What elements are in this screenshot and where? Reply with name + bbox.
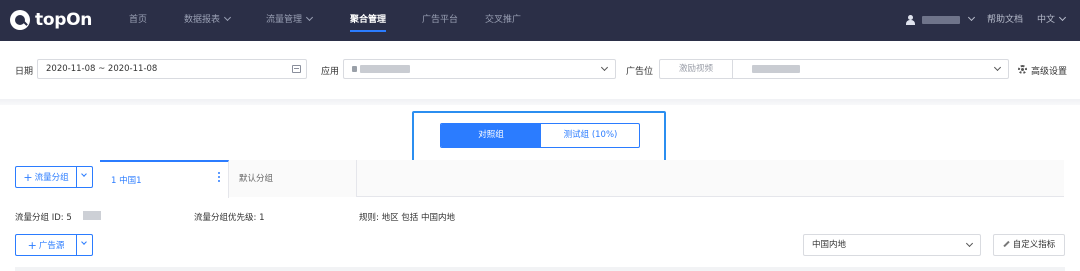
nav-mediation[interactable]: 聚合管理	[350, 0, 387, 41]
section-divider	[0, 99, 1080, 105]
app-label: 应用	[321, 67, 340, 77]
add-traffic-group-button[interactable]: + 流量分组	[16, 167, 77, 187]
custom-metrics-button[interactable]: 自定义指标	[993, 234, 1065, 256]
tab-china-1[interactable]: 1 中国1	[100, 160, 229, 198]
help-docs-link[interactable]: 帮助文档	[987, 0, 1023, 41]
add-ad-source: + 广告源	[15, 234, 93, 256]
group-id: 流量分组 ID: 5	[15, 213, 72, 223]
add-ad-source-dropdown[interactable]	[76, 235, 92, 255]
add-traffic-group-dropdown[interactable]	[76, 167, 92, 187]
logo-icon	[10, 10, 30, 30]
chevron-down-icon	[81, 239, 87, 245]
adpos-select[interactable]: 激励视频	[659, 59, 1009, 79]
group-id-redacted	[83, 211, 101, 220]
chevron-down-icon	[305, 13, 314, 22]
plus-icon: +	[27, 238, 37, 252]
user-menu-toggle[interactable]	[964, 0, 976, 41]
tab-label: 默认分组	[239, 174, 274, 184]
nav-ad-platform[interactable]: 广告平台	[422, 0, 458, 41]
test-group-tab[interactable]: 测试组 (10%)	[541, 124, 639, 147]
app-select[interactable]	[343, 59, 616, 79]
plus-icon: +	[23, 170, 33, 184]
advanced-settings[interactable]: 高级设置	[1031, 64, 1067, 77]
table-header-edge	[15, 267, 1065, 271]
region-value: 中国内地	[812, 240, 847, 250]
logo[interactable]: topOn	[10, 9, 92, 31]
chevron-down-icon	[600, 63, 609, 72]
user-icon[interactable]	[905, 15, 915, 25]
tab-label: 1 中国1	[111, 176, 142, 186]
pencil-icon	[1003, 240, 1010, 248]
tab-default-group[interactable]: 默认分组	[229, 160, 357, 197]
chevron-down-icon	[81, 171, 87, 177]
date-label: 日期	[15, 67, 34, 77]
language-switch[interactable]: 中文	[1037, 0, 1067, 41]
chevron-down-icon	[1058, 13, 1067, 22]
logo-text: topOn	[35, 10, 93, 30]
adpos-label: 广告位	[626, 67, 654, 77]
add-traffic-group: + 流量分组	[15, 166, 93, 188]
nav-home[interactable]: 首页	[129, 0, 147, 41]
chevron-down-icon	[965, 239, 974, 248]
adpos-type: 激励视频	[660, 60, 733, 78]
nav-traffic[interactable]: 流量管理	[266, 0, 314, 41]
top-navbar: topOn 首页 数据报表 流量管理 聚合管理 广告平台 交叉推广 帮助文档 中…	[0, 0, 1080, 41]
add-ad-source-button[interactable]: + 广告源	[16, 235, 77, 255]
username-redacted	[922, 16, 960, 24]
chevron-down-icon	[967, 13, 976, 22]
group-priority: 流量分组优先级: 1	[194, 213, 265, 223]
region-select[interactable]: 中国内地	[803, 234, 981, 256]
nav-reports[interactable]: 数据报表	[184, 0, 232, 41]
control-group-tab[interactable]: 对照组	[441, 124, 541, 147]
group-toggle: 对照组 测试组 (10%)	[440, 123, 640, 148]
nav-cross-promo[interactable]: 交叉推广	[485, 0, 521, 41]
apple-icon	[352, 66, 357, 72]
adpos-name-redacted	[752, 65, 800, 73]
date-range-value: 2020-11-08 ~ 2020-11-08	[46, 64, 158, 74]
chevron-down-icon	[993, 63, 1002, 72]
group-rule: 规则: 地区 包括 中国内地	[359, 213, 455, 223]
date-range-picker[interactable]: 2020-11-08 ~ 2020-11-08	[37, 59, 307, 79]
calendar-icon	[292, 65, 301, 73]
gear-icon[interactable]	[1018, 65, 1027, 74]
app-name-redacted	[360, 65, 410, 73]
more-icon[interactable]	[218, 172, 220, 182]
chevron-down-icon	[223, 13, 232, 22]
